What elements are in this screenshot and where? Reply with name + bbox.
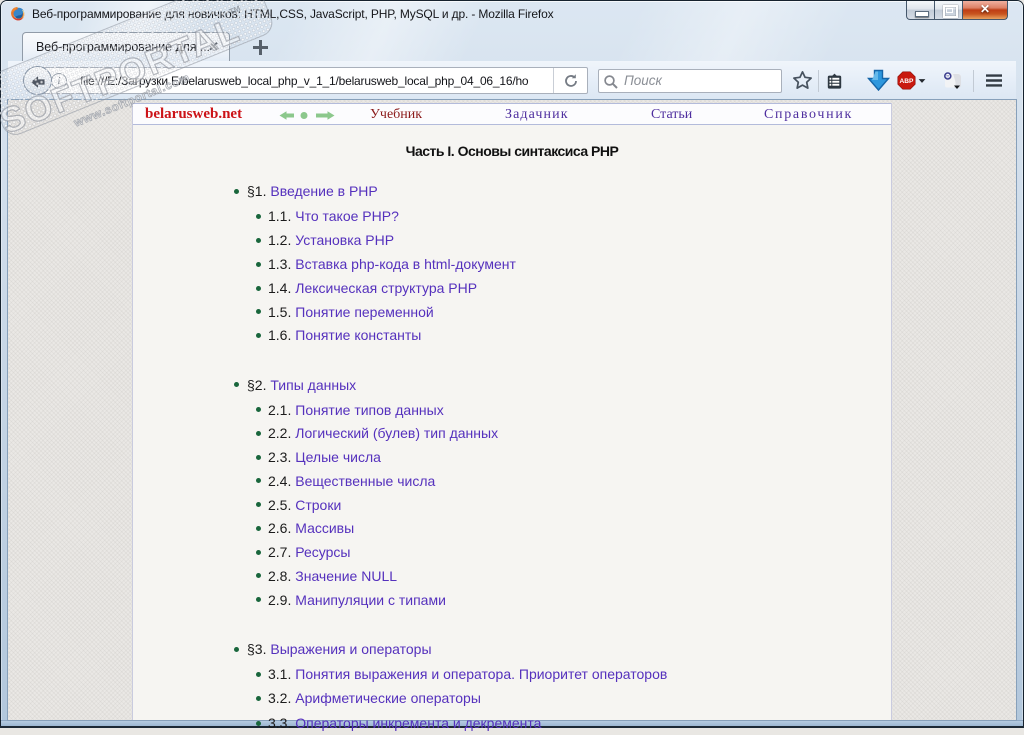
svg-text:ABP: ABP	[900, 78, 915, 85]
